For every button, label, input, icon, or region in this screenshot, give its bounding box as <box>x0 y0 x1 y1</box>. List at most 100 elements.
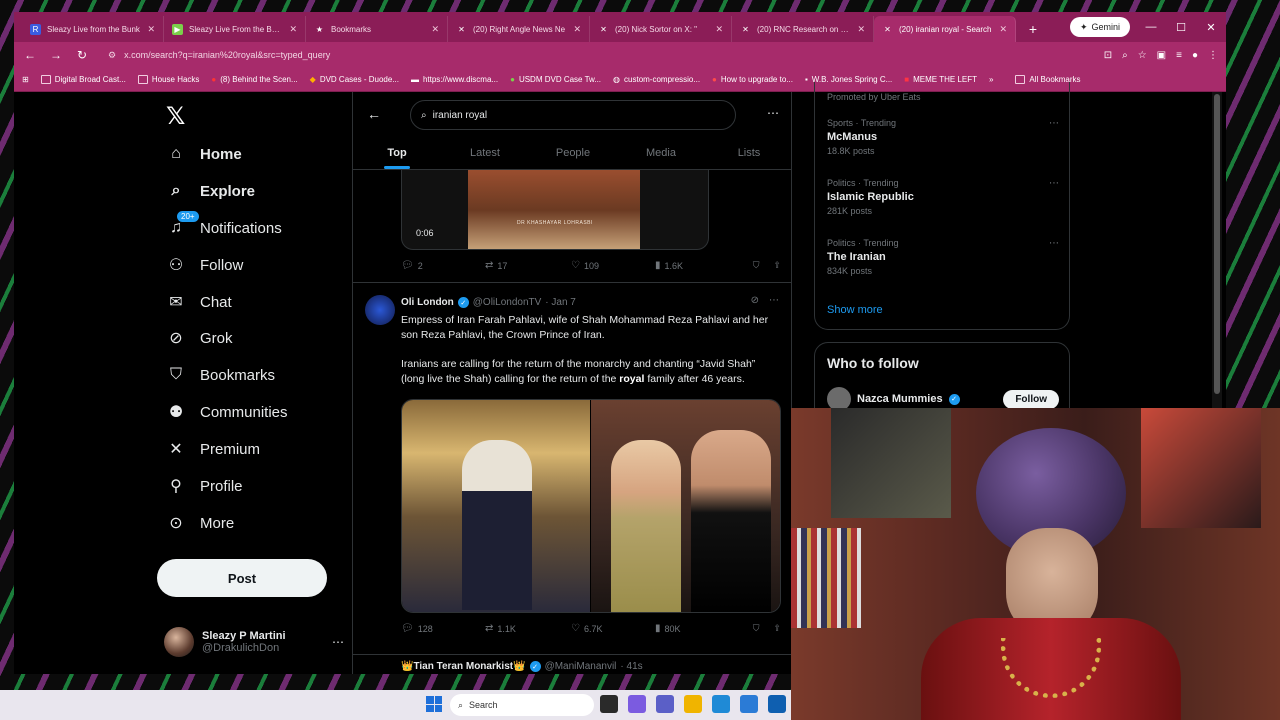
post[interactable]: 👑Tian Teran Monarkist👑 ✓ @ManiMananvil ·… <box>353 654 791 674</box>
post-image-empress[interactable] <box>402 400 590 612</box>
close-icon[interactable]: ✕ <box>147 24 155 35</box>
bookmark-item[interactable]: ◆ DVD Cases - Duode... <box>310 75 399 84</box>
close-icon[interactable]: ✕ <box>289 24 297 35</box>
post-time[interactable]: · 41s <box>620 661 642 672</box>
nav-item-chat[interactable]: ✉ Chat <box>166 292 231 312</box>
browser-tab-0[interactable]: R Sleazy Live from the Bunk ✕ <box>22 16 164 42</box>
nav-item-bookmarks[interactable]: ⛉ Bookmarks <box>166 365 275 385</box>
close-icon[interactable]: ✕ <box>715 24 723 35</box>
browser-tab-5[interactable]: ✕ (20) RNC Research on X: " ✕ <box>732 16 874 42</box>
bookmark-star-icon[interactable]: ☆ <box>1138 50 1147 61</box>
post-author-handle[interactable]: @ManiMananvil <box>545 661 617 672</box>
repost-button[interactable]: ⇄ 17 <box>485 260 571 271</box>
copilot-icon[interactable] <box>628 695 646 713</box>
trend-item[interactable]: Sports · Trending McManus 18.8K posts ⋯ <box>827 118 1059 156</box>
x-logo-icon[interactable]: 𝕏 <box>166 102 185 131</box>
post-author-name[interactable]: Oli London <box>401 297 454 308</box>
nav-item-profile[interactable]: ⚲ Profile <box>166 476 242 496</box>
bookmark-item[interactable]: ● USDM DVD Case Tw... <box>510 75 601 84</box>
back-arrow-icon[interactable]: ← <box>22 48 38 62</box>
more-dots-icon[interactable]: ⋯ <box>769 295 779 306</box>
nav-item-communities[interactable]: ⚉ Communities <box>166 402 288 422</box>
minimize-icon[interactable]: — <box>1136 12 1166 42</box>
tab-lists[interactable]: Lists <box>705 136 791 169</box>
browser-tab-3[interactable]: ✕ (20) Right Angle News Ne ✕ <box>448 16 590 42</box>
share-icon[interactable]: ⇪ <box>773 260 781 271</box>
menu-icon[interactable]: ⋮ <box>1208 50 1218 61</box>
follow-button[interactable]: Follow <box>1003 389 1059 409</box>
close-window-icon[interactable]: ✕ <box>1196 12 1226 42</box>
like-button[interactable]: ♡ 109 <box>571 260 655 271</box>
back-arrow-icon[interactable]: ← <box>367 106 381 122</box>
bookmark-item[interactable]: ◍ custom-compressio... <box>613 75 700 84</box>
bookmark-icon[interactable]: ⛉ <box>753 623 760 634</box>
new-tab-button[interactable]: + <box>1022 18 1044 40</box>
like-button[interactable]: ♡ 6.7K <box>571 623 655 634</box>
bookmark-item[interactable]: House Hacks <box>137 75 199 84</box>
close-icon[interactable]: ✕ <box>573 24 581 35</box>
zoom-icon[interactable]: ⌕ <box>1122 50 1128 61</box>
more-dots-icon[interactable]: ⋯ <box>1049 118 1059 129</box>
tab-top[interactable]: Top <box>353 136 441 169</box>
views-button[interactable]: ▮ 1.6K <box>655 260 683 271</box>
taskbar-search[interactable]: ⌕ Search <box>450 694 594 716</box>
trend-item[interactable]: Politics · Trending Islamic Republic 281… <box>827 178 1059 216</box>
more-dots-icon[interactable]: ⋯ <box>1049 238 1059 249</box>
more-dots-icon[interactable]: ⋯ <box>767 106 779 120</box>
reply-button[interactable]: 💬︎ 128 <box>401 623 485 634</box>
bookmark-item[interactable]: ● (8) Behind the Scen... <box>211 75 297 84</box>
gemini-button[interactable]: ✦ Gemini <box>1069 17 1130 37</box>
task-view-icon[interactable] <box>600 695 618 713</box>
windows-start-icon[interactable] <box>426 696 442 712</box>
close-icon[interactable]: ✕ <box>857 24 865 35</box>
nav-item-notifications[interactable]: ♫ 20+ Notifications <box>166 210 282 238</box>
show-more-link[interactable]: Show more <box>827 304 883 316</box>
close-icon[interactable]: ✕ <box>431 24 439 35</box>
previous-post-video[interactable]: DR KHASHAYAR LOHRASBI 0:06 <box>401 170 709 250</box>
nav-item-more[interactable]: ⊙ More <box>166 513 234 533</box>
reload-icon[interactable]: ↻ <box>74 48 90 62</box>
post-author-handle[interactable]: @OliLondonTV <box>473 297 542 308</box>
mail-app-icon[interactable] <box>768 695 786 713</box>
bookmark-icon[interactable]: ⛉ <box>753 260 760 271</box>
suggestion-name[interactable]: Nazca Mummies <box>857 393 943 405</box>
share-icon[interactable]: ⇪ <box>773 623 781 634</box>
apps-grid-icon[interactable]: ⊞ <box>22 75 29 84</box>
site-info-icon[interactable]: ⚙ <box>108 50 116 61</box>
post-image-portrait[interactable] <box>591 400 780 612</box>
nav-item-follow[interactable]: ⚇ Follow <box>166 255 244 275</box>
post-images[interactable] <box>401 399 781 613</box>
tab-latest[interactable]: Latest <box>441 136 529 169</box>
views-button[interactable]: ▮ 80K <box>655 623 681 634</box>
reply-button[interactable]: 💬︎ 2 <box>401 260 485 271</box>
more-dots-icon[interactable]: ⋯ <box>1049 178 1059 189</box>
bookmark-item[interactable]: ▬ https://www.discma... <box>411 75 498 84</box>
file-explorer-icon[interactable] <box>684 695 702 713</box>
grok-icon[interactable]: ⊘ <box>751 295 759 306</box>
repost-button[interactable]: ⇄ 1.1K <box>485 623 571 634</box>
address-bar[interactable]: ⚙ x.com/search?q=iranian%20royal&src=typ… <box>100 45 1094 65</box>
search-input[interactable]: ⌕ iranian royal <box>410 100 736 130</box>
tab-people[interactable]: People <box>529 136 617 169</box>
store-icon[interactable] <box>740 695 758 713</box>
avatar[interactable] <box>365 295 395 325</box>
close-icon[interactable]: ✕ <box>999 24 1007 35</box>
browser-tab-6[interactable]: ✕ (20) iranian royal - Search ✕ <box>874 16 1016 42</box>
browser-tab-1[interactable]: ▶ Sleazy Live From the Bunk ✕ <box>164 16 306 42</box>
sidebar-icon[interactable]: ▣ <box>1157 50 1166 61</box>
bookmark-item[interactable]: Digital Broad Cast... <box>40 75 126 84</box>
nav-item-explore[interactable]: ⌕ Explore <box>166 181 256 201</box>
post[interactable]: Oli London ✓ @OliLondonTV · Jan 7 ⊘ ⋯ Em… <box>353 282 791 634</box>
profile-avatar-icon[interactable]: ● <box>1192 50 1198 61</box>
account-switcher[interactable]: Sleazy P Martini @DrakulichDon ⋯ <box>164 622 344 662</box>
post-author-name[interactable]: 👑Tian Teran Monarkist👑 <box>401 661 526 672</box>
tab-media[interactable]: Media <box>617 136 705 169</box>
nav-item-grok[interactable]: ⊘ Grok <box>166 328 232 348</box>
nav-item-home[interactable]: ⌂ Home <box>166 144 242 164</box>
nav-item-premium[interactable]: ✕ Premium <box>166 439 260 459</box>
browser-tab-2[interactable]: ★ Bookmarks ✕ <box>306 16 448 42</box>
maximize-icon[interactable]: ☐ <box>1166 12 1196 42</box>
more-dots-icon[interactable]: ⋯ <box>332 635 344 649</box>
browser-tab-4[interactable]: ✕ (20) Nick Sortor on X: " ✕ <box>590 16 732 42</box>
install-icon[interactable]: ⊡ <box>1104 50 1112 61</box>
